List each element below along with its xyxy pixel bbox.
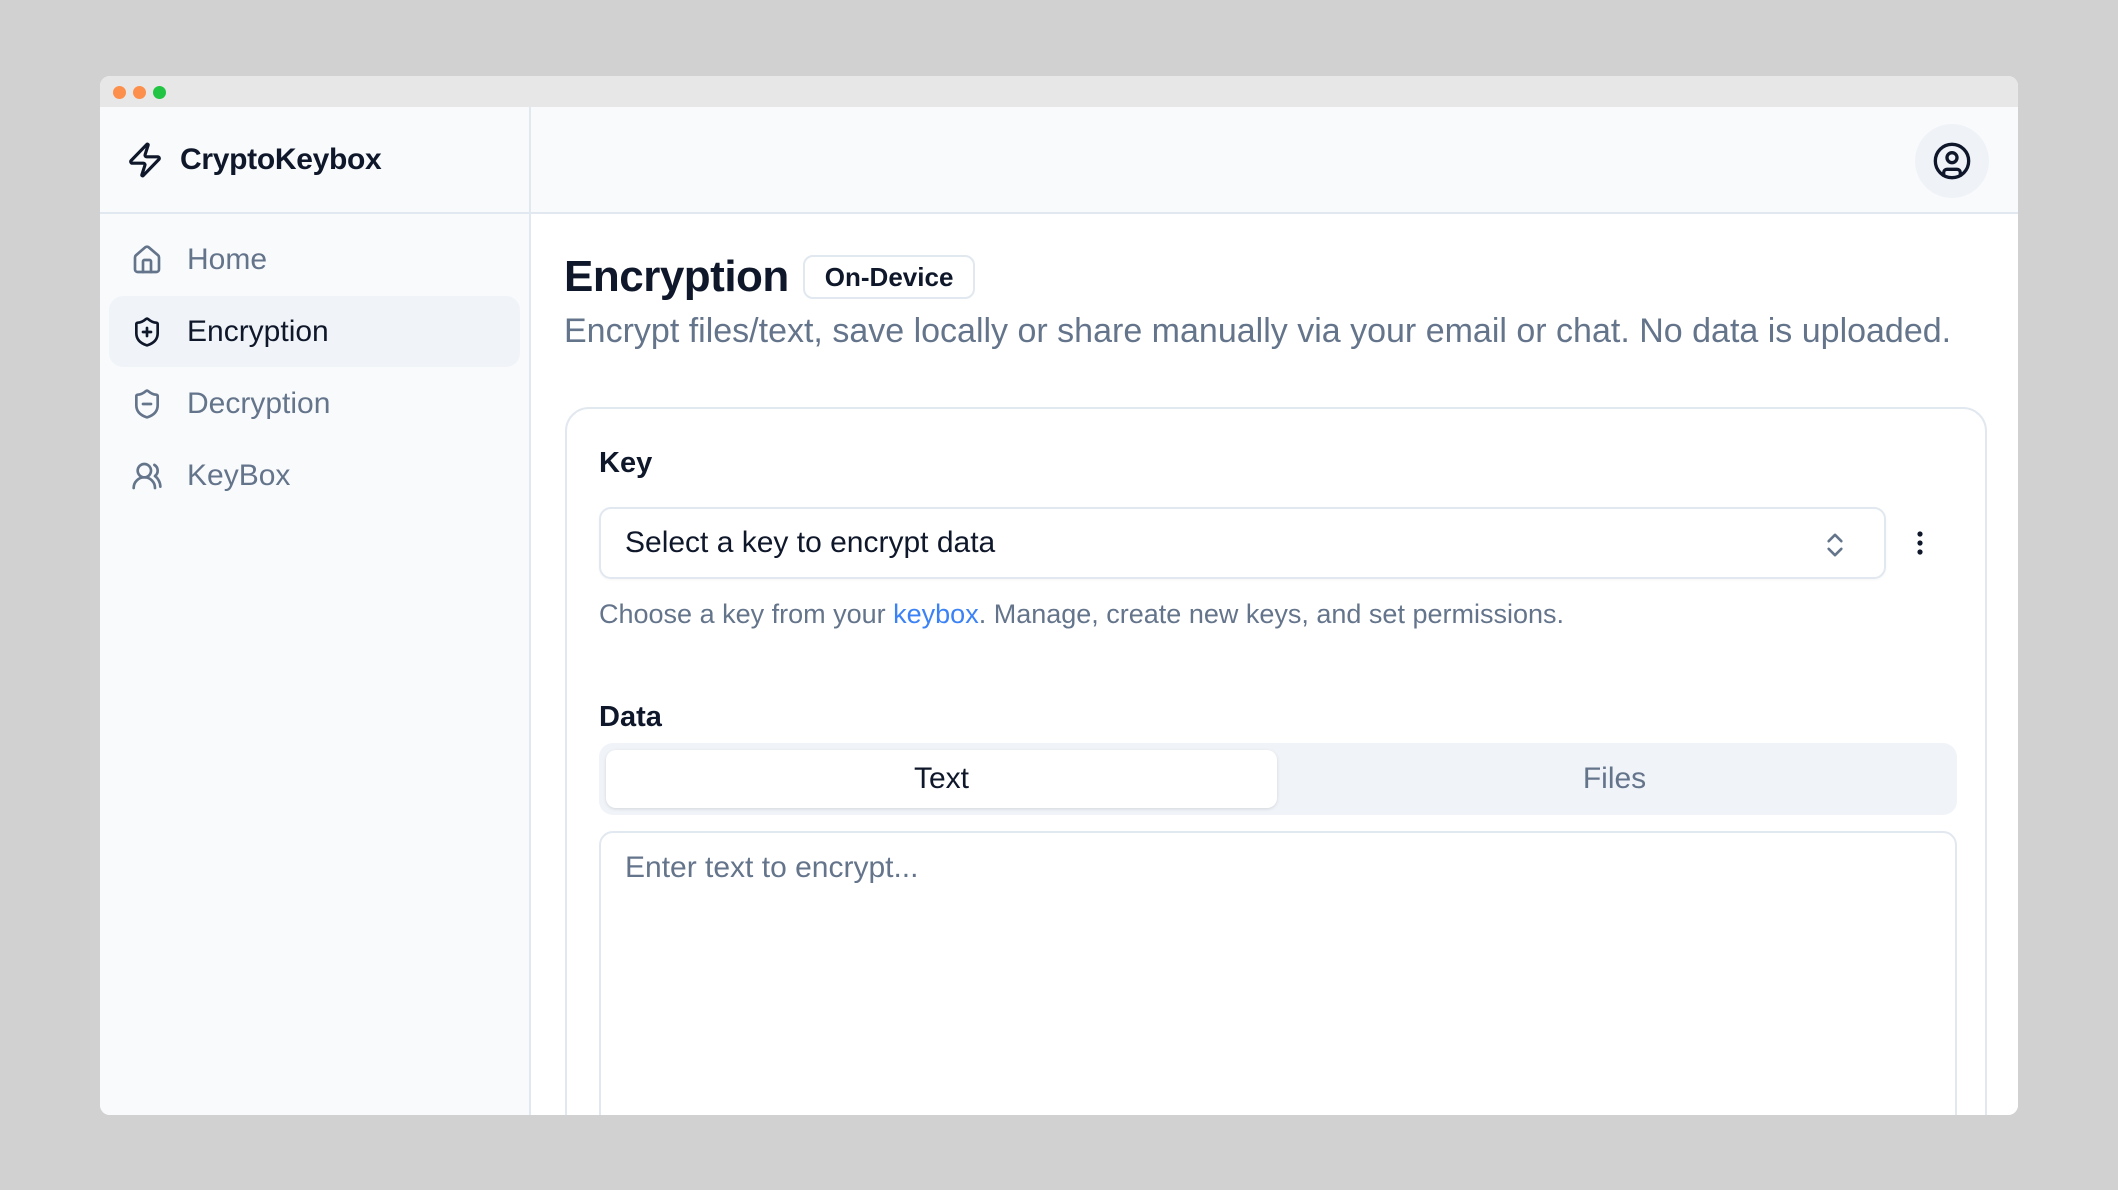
main-content: Encryption On-Device Encrypt files/text,… [531,216,2018,1115]
key-label: Key [599,447,653,479]
account-button[interactable] [1915,124,1989,198]
sidebar-item-keybox[interactable]: KeyBox [109,440,520,511]
keybox-link[interactable]: keybox [893,599,979,629]
key-help-suffix: . Manage, create new keys, and set permi… [978,599,1564,629]
key-options-button[interactable] [1895,507,1945,579]
sidebar-item-label: Home [187,242,268,276]
key-select[interactable]: Select a key to encrypt data [599,507,1886,579]
app-window: CryptoKeybox Home Encryption Decryption … [100,76,2018,1115]
page-title: Encryption [564,252,789,301]
sidebar-item-label: Encryption [187,314,329,348]
sidebar: CryptoKeybox Home Encryption Decryption … [100,107,531,1115]
page-header: Encryption On-Device [564,252,976,302]
key-help-prefix: Choose a key from your [599,599,894,629]
key-select-placeholder: Select a key to encrypt data [625,526,996,559]
top-bar [531,107,2018,214]
data-tabs: Text Files [599,743,1957,815]
sidebar-item-decryption[interactable]: Decryption [109,368,520,439]
shield-plus-icon [135,316,159,347]
minimize-window-button[interactable] [133,86,146,99]
brand[interactable]: CryptoKeybox [100,107,529,214]
on-device-badge: On-Device [802,255,976,299]
key-help-text: Choose a key from your keybox. Manage, c… [599,599,1564,630]
sidebar-item-label: Decryption [187,386,331,420]
encrypt-text-input[interactable] [599,831,1957,1115]
user-circle-icon [1933,142,1971,180]
zap-icon [129,142,161,177]
data-label: Data [599,701,662,733]
tab-files[interactable]: Files [1279,750,1950,808]
maximize-window-button[interactable] [153,86,166,99]
close-window-button[interactable] [113,86,126,99]
chevrons-up-down-icon [1827,533,1843,557]
users-icon [132,462,162,489]
encryption-card: Key Select a key to encrypt data Choose … [565,407,1987,1115]
sidebar-item-label: KeyBox [187,458,291,492]
sidebar-nav: Home Encryption Decryption KeyBox [100,214,529,522]
brand-name: CryptoKeybox [180,142,382,176]
sidebar-item-encryption[interactable]: Encryption [109,296,520,367]
sidebar-item-home[interactable]: Home [109,224,520,295]
page-subtitle: Encrypt files/text, save locally or shar… [564,312,1952,350]
more-vertical-icon [1917,531,1923,555]
tab-text[interactable]: Text [606,750,1277,808]
home-icon [133,244,161,273]
shield-minus-icon [135,388,159,419]
title-bar [100,76,2018,107]
